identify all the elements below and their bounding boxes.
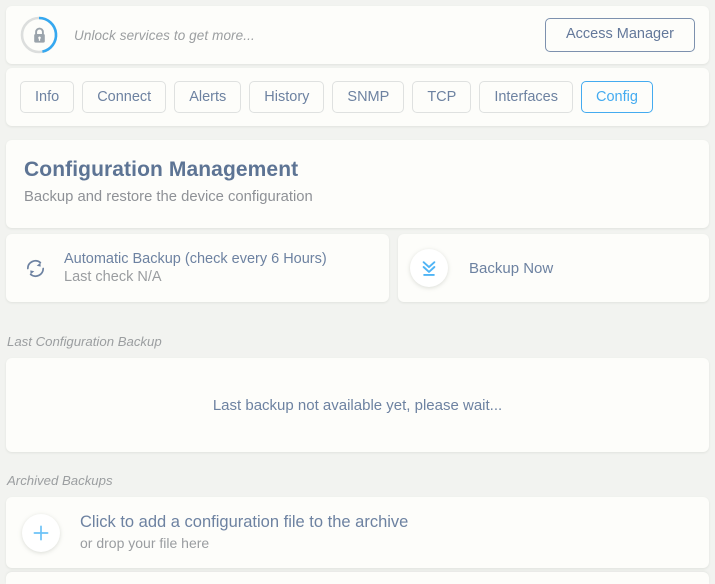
access-manager-button[interactable]: Access Manager: [545, 18, 695, 52]
configuration-management-panel: Configuration Management Backup and rest…: [6, 140, 709, 228]
tab-connect[interactable]: Connect: [82, 80, 167, 114]
lock-progress-ring: [20, 16, 58, 54]
unlock-bar: Unlock services to get more... Access Ma…: [6, 6, 709, 64]
backup-now-label: Backup Now: [469, 259, 554, 277]
action-row: Automatic Backup (check every 6 Hours) L…: [6, 234, 709, 302]
archive-drop-hint: or drop your file here: [80, 535, 210, 552]
next-panel-peek: [6, 572, 709, 584]
automatic-backup-text: Automatic Backup (check every 6 Hours) L…: [64, 250, 327, 287]
unlock-message: Unlock services to get more...: [74, 27, 255, 43]
archived-backups-section-label: Archived Backups: [7, 473, 113, 488]
archive-add-label: Click to add a configuration file to the…: [80, 512, 409, 531]
last-backup-card: Last backup not available yet, please wa…: [6, 358, 709, 452]
download-icon[interactable]: [410, 249, 448, 287]
last-backup-section-label: Last Configuration Backup: [7, 334, 162, 349]
plus-icon[interactable]: [22, 513, 60, 552]
config-page: Unlock services to get more... Access Ma…: [0, 0, 715, 584]
archive-dropzone-text: Click to add a configuration file to the…: [80, 512, 408, 554]
automatic-backup-status: Last check N/A: [64, 268, 162, 285]
last-backup-message: Last backup not available yet, please wa…: [212, 396, 503, 414]
tab-snmp[interactable]: SNMP: [332, 80, 405, 114]
tab-history[interactable]: History: [249, 80, 325, 114]
sync-refresh-icon: [22, 255, 48, 281]
page-subtitle: Backup and restore the device configurat…: [24, 189, 313, 206]
automatic-backup-card[interactable]: Automatic Backup (check every 6 Hours) L…: [6, 234, 389, 302]
tab-config[interactable]: Config: [580, 80, 653, 114]
tab-info[interactable]: Info: [20, 80, 75, 114]
tab-interfaces[interactable]: Interfaces: [479, 80, 573, 114]
tab-tcp[interactable]: TCP: [412, 80, 472, 114]
backup-now-card[interactable]: Backup Now: [398, 234, 709, 302]
lock-icon: [20, 16, 58, 54]
tab-bar: Info Connect Alerts History SNMP TCP Int…: [6, 68, 709, 126]
page-title: Configuration Management: [24, 158, 299, 181]
automatic-backup-title: Automatic Backup (check every 6 Hours): [64, 250, 327, 267]
archive-dropzone[interactable]: Click to add a configuration file to the…: [6, 497, 709, 568]
tab-alerts[interactable]: Alerts: [174, 80, 242, 114]
